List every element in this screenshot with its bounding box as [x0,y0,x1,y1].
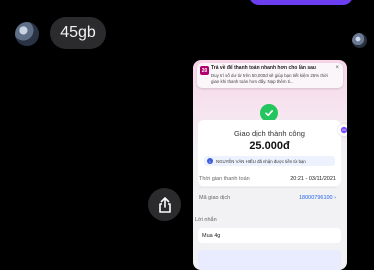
recipient-notice-text: NGUYỄN VĂN HIẾU đã nhận được tiền từ bạn [216,158,306,164]
chat-message-text: 45gb [60,24,96,41]
divider [199,187,336,188]
share-icon [158,196,171,213]
info-icon: i [207,158,213,164]
share-button[interactable] [148,188,181,221]
transaction-status: Giao dịch thành công [234,129,305,138]
payment-time-value: 20:21 - 03/11/2021 [290,176,336,182]
payment-time-row: Thời gian thanh toán 20:21 - 03/11/2021 [199,176,336,182]
message-value: Mua 4g [202,232,221,239]
chat-support-button[interactable] [338,124,347,136]
top-message-bubble [249,0,353,5]
transaction-id-value[interactable]: 18000796100 › [299,195,336,201]
chat-icon [340,126,347,134]
promo-strip[interactable] [198,250,341,270]
message-label: Lời nhắn [195,217,217,223]
transaction-id-row[interactable]: Mã giao dịch 18000796100 › [199,195,336,201]
transaction-id-label: Mã giao dịch [199,195,231,201]
recipient-notice: i NGUYỄN VĂN HIẾU đã nhận được tiền từ b… [204,156,335,166]
avatar[interactable] [15,22,39,46]
notification-title: Trả về để thanh toán nhanh hơn cho lần s… [211,65,316,71]
close-icon[interactable]: × [335,65,339,71]
payment-receipt-screenshot[interactable]: 20 Trả về để thanh toán nhanh hơn cho lầ… [193,60,347,270]
chat-message-bubble[interactable]: 45gb [50,17,106,49]
notification-body: Duy trì số dư từ trên 50,000đ sẽ giúp bạ… [211,73,328,84]
transaction-amount: 25.000đ [249,140,290,152]
read-receipt-avatar [352,33,367,48]
app-logo-icon: 20 [200,66,209,75]
push-notification[interactable]: 20 Trả về để thanh toán nhanh hơn cho lầ… [197,63,343,88]
message-box: Mua 4g [198,228,341,243]
transaction-id-text: 18000796100 [298,195,333,201]
payment-time-label: Thời gian thanh toán [199,176,250,182]
